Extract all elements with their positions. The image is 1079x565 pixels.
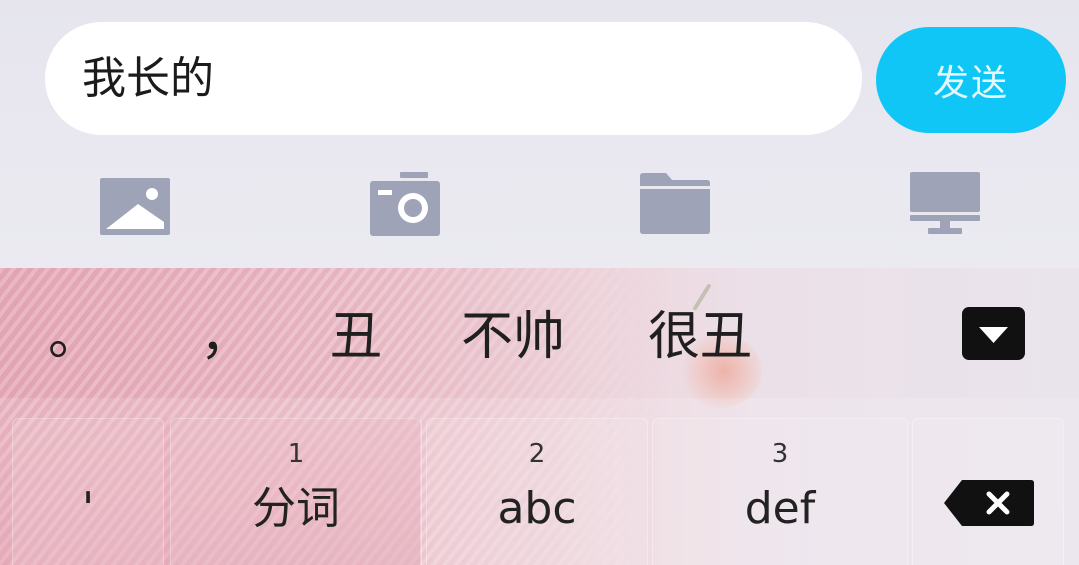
send-button-label: 发送 [932, 63, 1009, 104]
candidate-item[interactable]: 丑 [330, 309, 382, 365]
computer-button[interactable] [910, 172, 980, 234]
backspace-key[interactable] [912, 418, 1064, 565]
candidate-item[interactable]: 。 [48, 309, 100, 365]
image-icon [100, 178, 170, 235]
computer-icon [910, 172, 980, 234]
chat-input-area: 我长的 发送 [0, 0, 1079, 268]
key-number: 1 [287, 439, 305, 469]
key-label: 分词 [252, 483, 340, 534]
key-1-fenci[interactable]: 1 分词 [170, 418, 422, 565]
ime-keyboard: 。 ， 丑 不帅 很丑 ' 1 分词 2 abc 3 def [0, 268, 1079, 565]
send-button[interactable]: 发送 [876, 27, 1066, 133]
candidate-item[interactable]: 很丑 [648, 309, 752, 365]
camera-icon [370, 172, 440, 236]
key-label: abc [497, 483, 577, 534]
collapse-candidates-button[interactable] [962, 307, 1025, 360]
key-separator[interactable]: ' [12, 418, 164, 565]
camera-button[interactable] [370, 172, 440, 236]
key-3-def[interactable]: 3 def [652, 418, 908, 565]
key-label: def [744, 483, 816, 534]
key-number: 3 [771, 439, 789, 469]
triangle-down-icon [979, 327, 1008, 343]
file-button[interactable] [640, 173, 710, 234]
message-input[interactable]: 我长的 [45, 22, 862, 135]
candidate-item[interactable]: ， [200, 309, 252, 365]
key-label: ' [81, 483, 95, 534]
backspace-icon [944, 480, 1034, 526]
candidate-item[interactable]: 不帅 [461, 309, 565, 365]
key-2-abc[interactable]: 2 abc [426, 418, 648, 565]
message-input-text: 我长的 [82, 53, 214, 104]
folder-icon [640, 173, 710, 234]
key-number: 2 [528, 439, 546, 469]
image-picker-button[interactable] [100, 178, 170, 235]
